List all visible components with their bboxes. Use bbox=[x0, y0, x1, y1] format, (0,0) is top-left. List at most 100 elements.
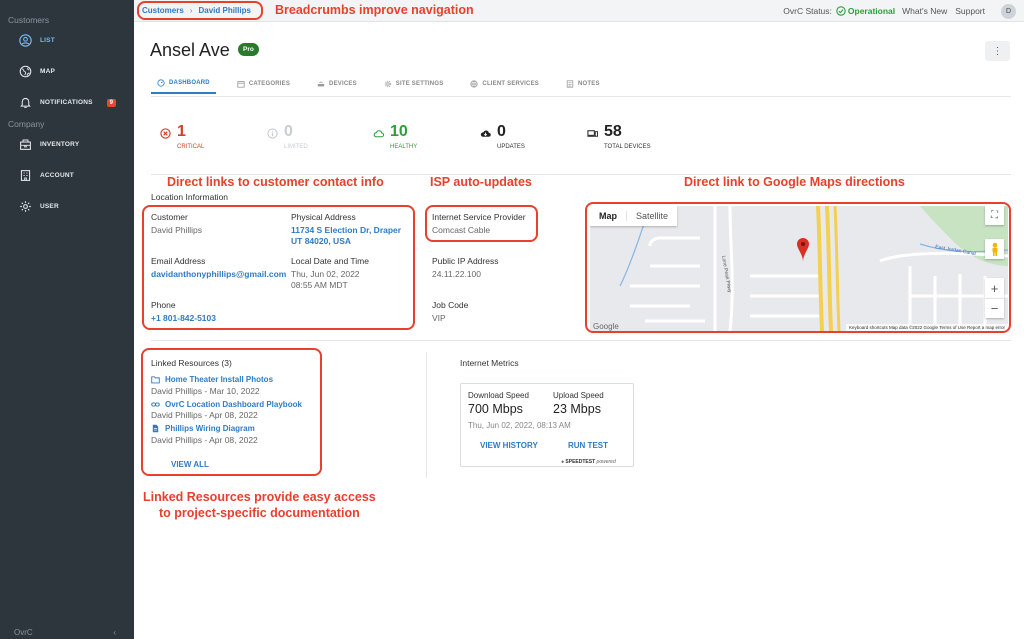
sidebar: Customers LIST MAP NOTIFICATIONS 9 Compa… bbox=[0, 0, 134, 639]
page-title: Ansel Ave bbox=[150, 40, 230, 60]
globe-icon bbox=[470, 80, 479, 88]
map-type-map-button[interactable]: Map bbox=[590, 211, 626, 221]
tab-devices[interactable]: DEVICES bbox=[311, 74, 363, 94]
map-attribution: Keyboard shortcuts Map data ©2022 Google… bbox=[845, 324, 1008, 331]
settings-icon bbox=[384, 80, 391, 88]
sidebar-item-notifications[interactable]: NOTIFICATIONS 9 bbox=[0, 87, 117, 118]
address-link-line2[interactable]: UT 84020, USA bbox=[291, 235, 351, 247]
tab-site-settings[interactable]: SITE SETTINGS bbox=[378, 74, 450, 94]
sidebar-item-list[interactable]: LIST bbox=[0, 25, 55, 56]
sidebar-item-inventory[interactable]: INVENTORY bbox=[0, 129, 79, 160]
stat-label: TOTAL DEVICES bbox=[604, 144, 651, 150]
breadcrumb-separator-icon: › bbox=[189, 6, 193, 15]
tab-dashboard[interactable]: DASHBOARD bbox=[151, 74, 216, 94]
sidebar-item-map[interactable]: MAP bbox=[0, 56, 55, 87]
critical-x-icon bbox=[160, 128, 171, 139]
pro-badge: Pro bbox=[238, 43, 259, 56]
minus-icon: − bbox=[990, 301, 999, 316]
tab-label: DASHBOARD bbox=[169, 80, 210, 86]
contact-annotation: Direct links to customer contact info bbox=[167, 175, 384, 189]
resource-meta: David Phillips - Apr 08, 2022 bbox=[151, 435, 258, 445]
tab-notes[interactable]: NOTES bbox=[560, 74, 606, 94]
sidebar-item-user[interactable]: USER bbox=[0, 191, 59, 222]
location-section-title: Location Information bbox=[151, 192, 229, 202]
resources-annotation-line1: Linked Resources provide easy access bbox=[143, 490, 376, 504]
run-test-button[interactable]: RUN TEST bbox=[568, 441, 608, 450]
tab-client-services[interactable]: CLIENT SERVICES bbox=[464, 74, 545, 94]
status-indicator[interactable]: Operational bbox=[836, 6, 895, 16]
more-options-button[interactable]: ⋮ bbox=[985, 41, 1010, 61]
tab-label: CATEGORIES bbox=[248, 81, 291, 87]
tab-label: CLIENT SERVICES bbox=[482, 81, 539, 87]
resource-name: OvrC Location Dashboard Playbook bbox=[165, 400, 302, 409]
whats-new-link[interactable]: What's New bbox=[902, 6, 947, 16]
tab-categories[interactable]: CATEGORIES bbox=[231, 74, 296, 94]
tabs-divider bbox=[151, 96, 1011, 97]
speedtest-logo-icon: ◕ bbox=[561, 459, 565, 465]
stat-label: CRITICAL bbox=[177, 144, 205, 150]
public-ip-value: 24.11.22.100 bbox=[432, 269, 481, 279]
resource-meta: David Phillips - Mar 10, 2022 bbox=[151, 386, 260, 396]
datetime-label: Local Date and Time bbox=[291, 256, 369, 266]
limited-info-icon bbox=[267, 128, 278, 139]
location-map[interactable]: Lone Peak Pkwy East Jordan Canal Google … bbox=[590, 206, 1008, 331]
zoom-in-button[interactable]: + bbox=[985, 278, 1004, 298]
check-circle-icon bbox=[836, 6, 846, 16]
time-value: 08:55 AM MDT bbox=[291, 280, 348, 290]
stats-divider bbox=[151, 174, 1011, 175]
fullscreen-button[interactable]: ⛶ bbox=[985, 206, 1004, 225]
sidebar-item-account[interactable]: ACCOUNT bbox=[0, 160, 74, 191]
stat-limited[interactable]: 0 LIMITED bbox=[267, 124, 308, 150]
plus-icon: + bbox=[990, 280, 999, 296]
building-icon bbox=[20, 170, 31, 181]
view-all-resources-button[interactable]: VIEW ALL bbox=[171, 460, 209, 469]
resource-link[interactable]: Phillips Wiring Diagram bbox=[151, 424, 255, 433]
collapse-chevron-icon[interactable]: ‹ bbox=[113, 628, 116, 637]
street-view-button[interactable] bbox=[985, 239, 1004, 259]
link-icon bbox=[151, 402, 160, 407]
speedtest-brand-name: SPEEDTEST bbox=[565, 459, 596, 465]
avatar[interactable]: D bbox=[1001, 3, 1016, 19]
calendar-icon bbox=[237, 81, 245, 88]
breadcrumb-customers[interactable]: Customers bbox=[142, 6, 184, 15]
resource-link[interactable]: OvrC Location Dashboard Playbook bbox=[151, 400, 302, 409]
support-link[interactable]: Support bbox=[955, 6, 985, 16]
stat-critical[interactable]: 1 CRITICAL bbox=[160, 124, 204, 150]
document-icon bbox=[152, 424, 159, 433]
linked-resources-title: Linked Resources (3) bbox=[151, 358, 232, 368]
stat-updates[interactable]: 0 UPDATES bbox=[480, 124, 525, 150]
phone-label: Phone bbox=[151, 300, 176, 310]
download-speed-value: 700 Mbps bbox=[468, 402, 523, 416]
resource-link[interactable]: Home Theater Install Photos bbox=[151, 375, 273, 384]
upload-speed-value: 23 Mbps bbox=[553, 402, 601, 416]
zoom-out-button[interactable]: − bbox=[985, 298, 1004, 318]
tab-label: SITE SETTINGS bbox=[395, 81, 444, 87]
phone-link[interactable]: +1 801-842-5103 bbox=[151, 312, 216, 324]
breadcrumb-annotation: Breadcrumbs improve navigation bbox=[275, 3, 474, 17]
address-label: Physical Address bbox=[291, 212, 356, 222]
kebab-icon: ⋮ bbox=[992, 45, 1003, 57]
stat-total-devices[interactable]: 58 TOTAL DEVICES bbox=[587, 124, 651, 150]
top-bar-right: OvrC Status: Operational What's New Supp… bbox=[783, 0, 1016, 22]
globe-icon bbox=[19, 65, 32, 78]
google-logo: Google bbox=[593, 322, 619, 331]
view-history-button[interactable]: VIEW HISTORY bbox=[480, 441, 538, 450]
notification-count-badge: 9 bbox=[106, 98, 117, 107]
download-speed-label: Download Speed bbox=[468, 391, 529, 400]
sidebar-footer: OvrC ‹ bbox=[0, 625, 134, 639]
speed-test-timestamp: Thu, Jun 02, 2022, 08:13 AM bbox=[468, 421, 571, 430]
location-divider bbox=[151, 340, 1011, 341]
breadcrumb-customer-name[interactable]: David Phillips bbox=[198, 6, 250, 15]
tab-bar: DASHBOARD CATEGORIES DEVICES SITE SETTIN… bbox=[151, 74, 621, 96]
stat-healthy[interactable]: 10 HEALTHY bbox=[373, 124, 417, 150]
email-label: Email Address bbox=[151, 256, 206, 266]
map-type-satellite-button[interactable]: Satellite bbox=[626, 211, 677, 221]
stat-value: 58 bbox=[604, 123, 622, 140]
sidebar-section-company: Company bbox=[8, 119, 45, 129]
job-code-value: VIP bbox=[432, 313, 446, 323]
email-link[interactable]: davidanthonyphillips@gmail.com bbox=[151, 268, 286, 280]
isp-annotation: ISP auto-updates bbox=[430, 175, 532, 189]
fullscreen-icon: ⛶ bbox=[991, 210, 998, 221]
sidebar-section-customers: Customers bbox=[8, 15, 50, 25]
resource-name: Phillips Wiring Diagram bbox=[165, 424, 255, 433]
